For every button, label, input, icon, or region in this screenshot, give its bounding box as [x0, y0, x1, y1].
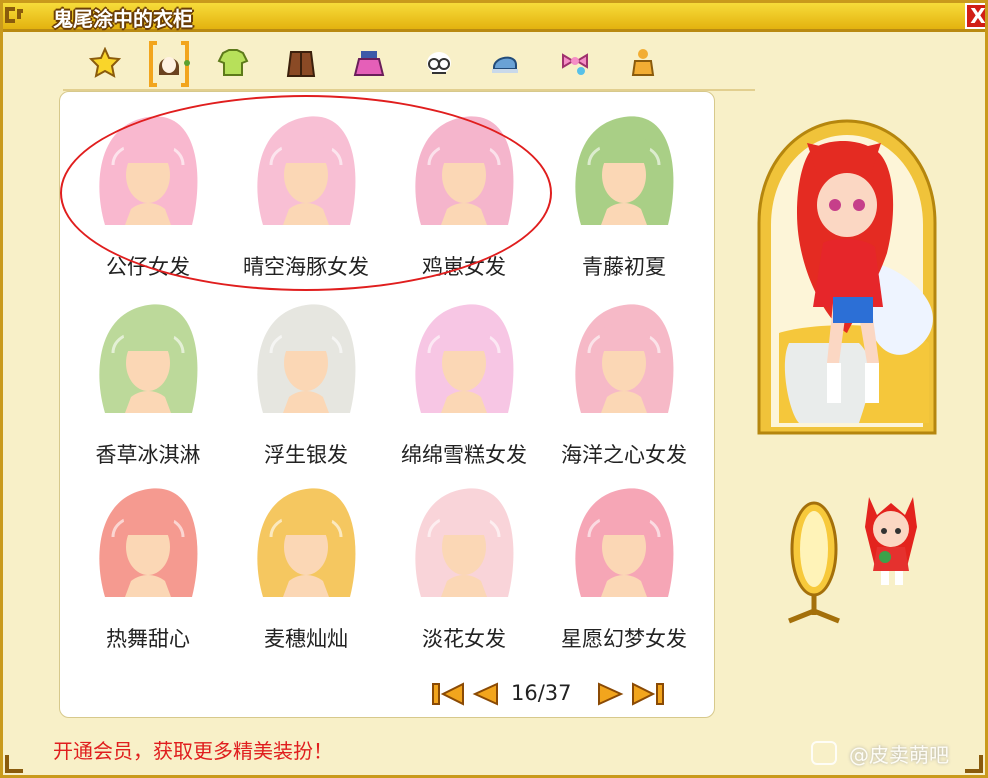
hair-thumbnail-icon: [415, 116, 514, 225]
shirt-icon: [217, 49, 249, 76]
close-button[interactable]: X: [965, 3, 985, 29]
item-card[interactable]: 香草冰淇淋: [73, 289, 223, 469]
character-avatar[interactable]: [855, 487, 929, 591]
bow-icon: [562, 53, 588, 75]
hair-thumbnail-icon: [257, 304, 356, 413]
hair-thumbnail-icon: [257, 488, 356, 597]
wardrobe-window: 鬼尾涂中的衣柜 X 公仔女发 晴空海豚女发 鸡崽女发 青藤初夏香草冰淇淋 浮生银发 绵绵雪…: [0, 0, 988, 778]
item-card[interactable]: 热舞甜心: [73, 473, 223, 653]
hair-icon: [159, 57, 179, 75]
page-indicator: 16/37: [511, 681, 572, 705]
first-page-icon[interactable]: [431, 681, 465, 707]
item-label: 鸡崽女发: [422, 255, 506, 279]
character-preview-mirror: [757, 119, 937, 435]
item-label: 淡花女发: [422, 627, 506, 651]
hair-thumbnail-icon: [415, 304, 514, 413]
watermark-text: @皮卖萌吧: [849, 743, 949, 767]
item-card[interactable]: 青藤初夏: [549, 101, 699, 281]
item-label: 绵绵雪糕女发: [401, 443, 527, 467]
tab-suit[interactable]: [621, 41, 665, 87]
tab-top[interactable]: [211, 41, 255, 87]
item-label: 海洋之心女发: [561, 443, 687, 467]
item-card[interactable]: 海洋之心女发: [549, 289, 699, 469]
item-card[interactable]: 星愿幻梦女发: [549, 473, 699, 653]
corner-ornament-icon: [5, 7, 23, 23]
jacket-icon: [286, 51, 316, 77]
item-card[interactable]: 公仔女发: [73, 101, 223, 281]
tab-face[interactable]: [417, 41, 461, 87]
title-bar: 鬼尾涂中的衣柜 X: [3, 3, 985, 32]
window-title: 鬼尾涂中的衣柜: [53, 7, 193, 31]
item-card[interactable]: 淡花女发: [389, 473, 539, 653]
item-label: 麦穗灿灿: [264, 627, 348, 651]
tab-coat[interactable]: [279, 41, 323, 87]
corner-ornament-icon: [5, 755, 23, 773]
hair-thumbnail-icon: [575, 304, 674, 413]
item-card[interactable]: 绵绵雪糕女发: [389, 289, 539, 469]
item-card[interactable]: 鸡崽女发: [389, 101, 539, 281]
hat-icon: [492, 56, 518, 73]
last-page-icon[interactable]: [631, 681, 665, 707]
item-label: 香草冰淇淋: [95, 443, 201, 467]
item-label: 青藤初夏: [582, 255, 666, 279]
membership-promo[interactable]: 开通会员，获取更多精美装扮！: [53, 735, 333, 764]
hair-thumbnail-icon: [257, 116, 356, 225]
item-label: 晴空海豚女发: [243, 255, 369, 279]
hair-thumbnail-icon: [99, 488, 198, 597]
mirror-stand-icon[interactable]: [779, 499, 849, 627]
tab-favorites[interactable]: [83, 41, 127, 87]
tab-hair[interactable]: [147, 41, 191, 87]
skirt-icon: [353, 51, 385, 76]
next-page-icon[interactable]: [597, 681, 625, 707]
tab-accessory[interactable]: [553, 41, 597, 87]
item-label: 星愿幻梦女发: [561, 627, 687, 651]
item-label: 热舞甜心: [106, 627, 190, 651]
star-icon: [89, 47, 121, 78]
hair-thumbnail-icon: [415, 488, 514, 597]
prev-page-icon[interactable]: [471, 681, 499, 707]
item-card[interactable]: 浮生银发: [231, 289, 381, 469]
face-icon: [427, 52, 451, 74]
watermark-chat-icon: [811, 741, 837, 765]
suit-icon: [631, 49, 655, 76]
hair-thumbnail-icon: [99, 304, 198, 413]
hair-thumbnail-icon: [575, 116, 674, 225]
item-label: 浮生银发: [264, 443, 348, 467]
item-label: 公仔女发: [106, 255, 190, 279]
hair-thumbnail-icon: [575, 488, 674, 597]
hair-thumbnail-icon: [99, 116, 198, 225]
item-card[interactable]: 麦穗灿灿: [231, 473, 381, 653]
item-card[interactable]: 晴空海豚女发: [231, 101, 381, 281]
tab-hat[interactable]: [483, 41, 527, 87]
tab-bottom[interactable]: [347, 41, 391, 87]
corner-ornament-icon: [965, 755, 983, 773]
